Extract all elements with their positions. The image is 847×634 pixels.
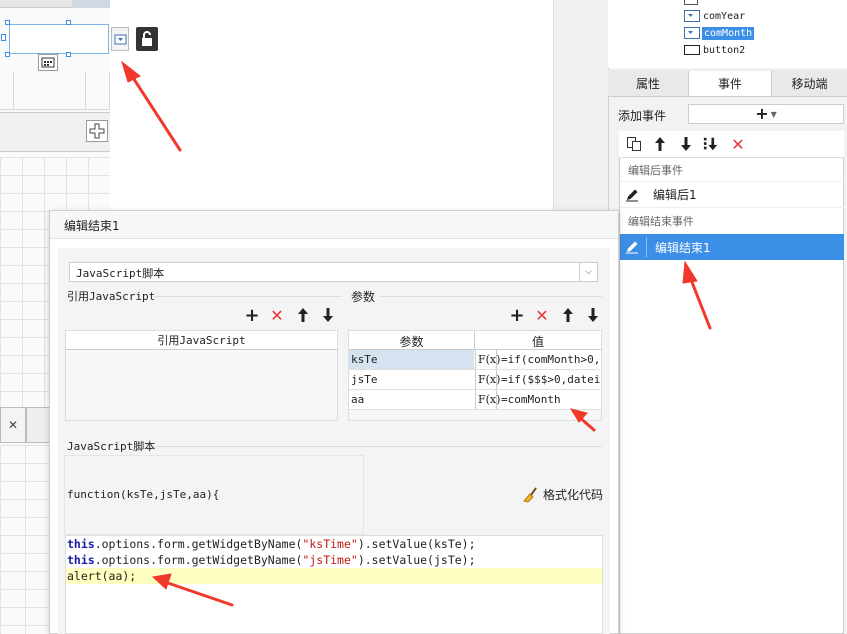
annotation-arrows: [121, 60, 712, 607]
arrow-line: [163, 580, 234, 607]
arrow-line: [126, 68, 182, 152]
arrow-head: [682, 260, 698, 284]
arrow-head: [121, 60, 141, 83]
arrow-head: [151, 573, 172, 590]
